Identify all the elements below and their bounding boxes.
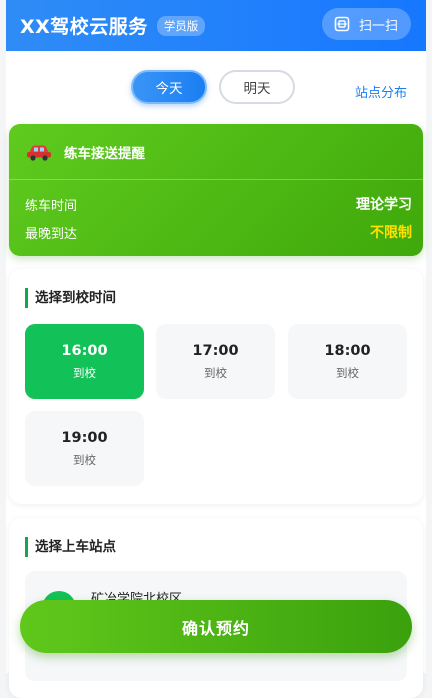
tab-tomorrow[interactable]: 明天 (219, 70, 295, 104)
latest-arrival-row: 最晚到达 不限制 (9, 218, 423, 246)
slot-sub: 到校 (336, 365, 359, 380)
reminder-title: 练车接送提醒 (64, 145, 145, 162)
app-header: XX驾校云服务 学员版 扫一扫 (6, 0, 426, 51)
time-slot-1800[interactable]: 18:00 到校 (288, 324, 407, 399)
car-icon (27, 145, 51, 161)
practice-time-value: 理论学习 (356, 197, 412, 213)
slot-sub: 到校 (73, 365, 96, 380)
scan-button[interactable]: 扫一扫 (321, 8, 411, 40)
slot-sub: 到校 (73, 452, 96, 467)
pickup-reminder-card: 练车接送提醒 练车时间 理论学习 最晚到达 不限制 (9, 124, 423, 256)
time-slot-1600[interactable]: 16:00 到校 (25, 324, 144, 399)
time-slot-1900[interactable]: 19:00 到校 (25, 411, 144, 486)
scan-icon (334, 16, 350, 32)
slot-time: 18:00 (324, 342, 371, 359)
slot-time: 19:00 (61, 429, 108, 446)
scan-label: 扫一扫 (358, 18, 398, 34)
edition-badge: 学员版 (156, 15, 206, 36)
reminder-header: 练车接送提醒 (9, 124, 423, 180)
arrival-time-section: 选择到校时间 16:00 到校 17:00 到校 18:00 到校 19:00 … (9, 269, 423, 504)
time-slot-1700[interactable]: 17:00 到校 (156, 324, 275, 399)
station-distribution-link[interactable]: 站点分布 (355, 82, 407, 101)
section-title: 选择到校时间 (25, 288, 116, 308)
app-title: XX驾校云服务 (20, 16, 148, 38)
slot-time: 16:00 (61, 342, 108, 359)
latest-arrival-value: 不限制 (370, 225, 412, 241)
day-tabs: 今天 明天 (131, 70, 307, 104)
section-title: 选择上车站点 (25, 537, 116, 557)
main-content: 今天 明天 站点分布 练车接送提醒 练车时间 理论学习 最晚到达 不限制 选择到… (6, 51, 426, 698)
slot-sub: 到校 (204, 365, 227, 380)
confirm-booking-button[interactable]: 确认预约 (20, 600, 412, 653)
practice-time-row: 练车时间 理论学习 (9, 190, 423, 218)
practice-time-label: 练车时间 (25, 198, 78, 214)
tab-today[interactable]: 今天 (131, 70, 207, 104)
latest-arrival-label: 最晚到达 (25, 226, 78, 242)
slot-time: 17:00 (192, 342, 239, 359)
